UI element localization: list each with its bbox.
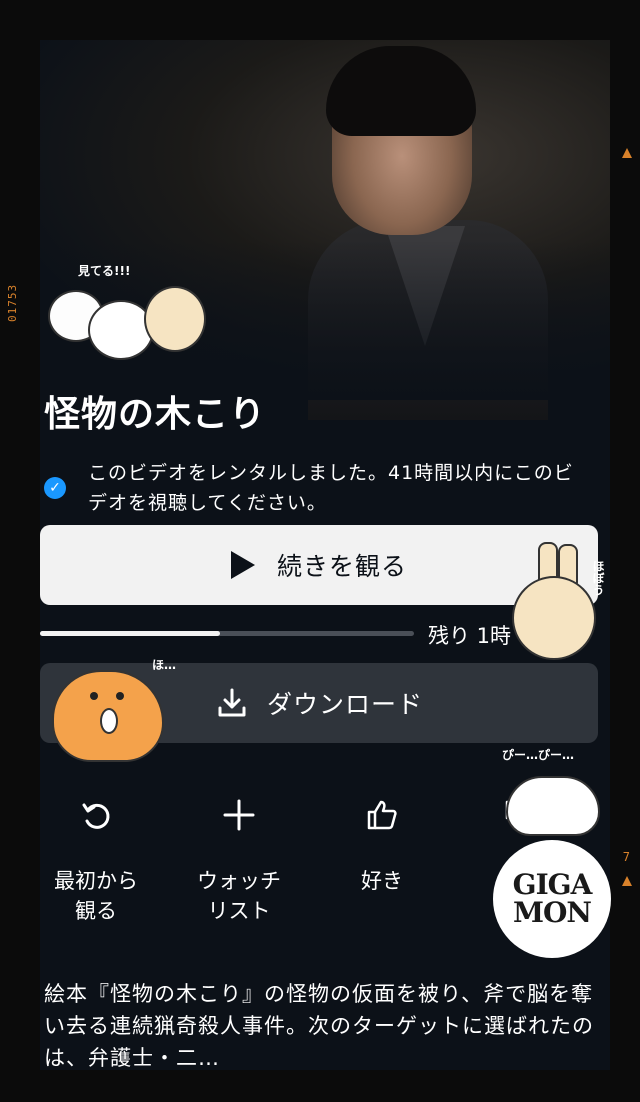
synopsis-text: 絵本『怪物の木こり』の怪物の仮面を被り、斧で脳を奪い去る連続猟奇殺人事件。次のタ… <box>44 982 594 1070</box>
film-frame-index: 7 <box>622 850 630 864</box>
logo-line-1: GIGA <box>512 868 593 901</box>
sticker-caption: ほぼう <box>591 560 605 596</box>
hero-person-hair <box>326 46 476 136</box>
sticker-rabbit-body <box>512 576 596 660</box>
orange-character-sticker: ほ… <box>52 658 176 762</box>
sticker-caption: ほ… <box>152 658 177 672</box>
film-arrow-icon <box>622 148 632 158</box>
sticker-mouth <box>100 708 118 734</box>
sticker-sleeping-body <box>506 776 600 836</box>
logo-line-2: MON <box>513 896 592 929</box>
watchlist-action[interactable]: ウォッチ リスト <box>179 792 299 926</box>
sticker-character-white <box>88 300 154 360</box>
film-edge-bottom <box>0 1066 640 1102</box>
plus-icon <box>223 799 255 831</box>
rabbit-glasses-sticker: ほぼう <box>502 542 605 662</box>
play-icon <box>230 551 255 579</box>
gigamon-logo: GIGA MON <box>493 840 611 958</box>
page-title: 怪物の木こり <box>44 394 267 435</box>
film-edge-left <box>0 0 40 1102</box>
restart-action[interactable]: 最初から 観る <box>40 792 156 926</box>
thumbs-up-icon <box>367 800 397 830</box>
sticker-caption: ぴー…ぴー… <box>502 748 575 762</box>
restart-label: 最初から 観る <box>54 869 138 923</box>
rental-message: このビデオをレンタルしました。41時間以内にこのビデオを視聴してください。 <box>88 462 574 514</box>
continue-watching-label: 続きを観る <box>276 553 407 581</box>
watchlist-label: ウォッチ リスト <box>197 869 281 923</box>
sticker-eye <box>90 692 98 700</box>
sleeping-character-sticker: ぴー…ぴー… <box>498 746 608 842</box>
film-arrow-icon <box>622 876 632 886</box>
remaining-time: 残り 1時 <box>428 624 512 648</box>
film-frame-number: 01753 <box>6 283 19 322</box>
character-sticker-group: 見てる!!! <box>48 262 218 362</box>
download-label: ダウンロード <box>266 691 423 719</box>
sticker-eye <box>116 692 124 700</box>
rental-notice: ✓ このビデオをレンタルしました。41時間以内にこのビデオを視聴してください。 <box>44 458 584 518</box>
like-action[interactable]: 好き <box>322 792 442 896</box>
restart-icon <box>82 803 110 829</box>
sticker-character-rabbit <box>144 286 206 352</box>
like-label: 好き <box>361 869 403 893</box>
check-circle-icon: ✓ <box>44 477 66 499</box>
film-frame: 01753 7 見てる!!! 怪物の木こり ✓ このビデオをレンタルしました。4… <box>0 0 640 1102</box>
download-icon <box>218 688 246 717</box>
playback-progress-fill <box>40 631 220 636</box>
sticker-caption: 見てる!!! <box>78 264 131 278</box>
film-edge-top <box>0 0 640 40</box>
playback-progress-bar[interactable] <box>40 631 414 636</box>
